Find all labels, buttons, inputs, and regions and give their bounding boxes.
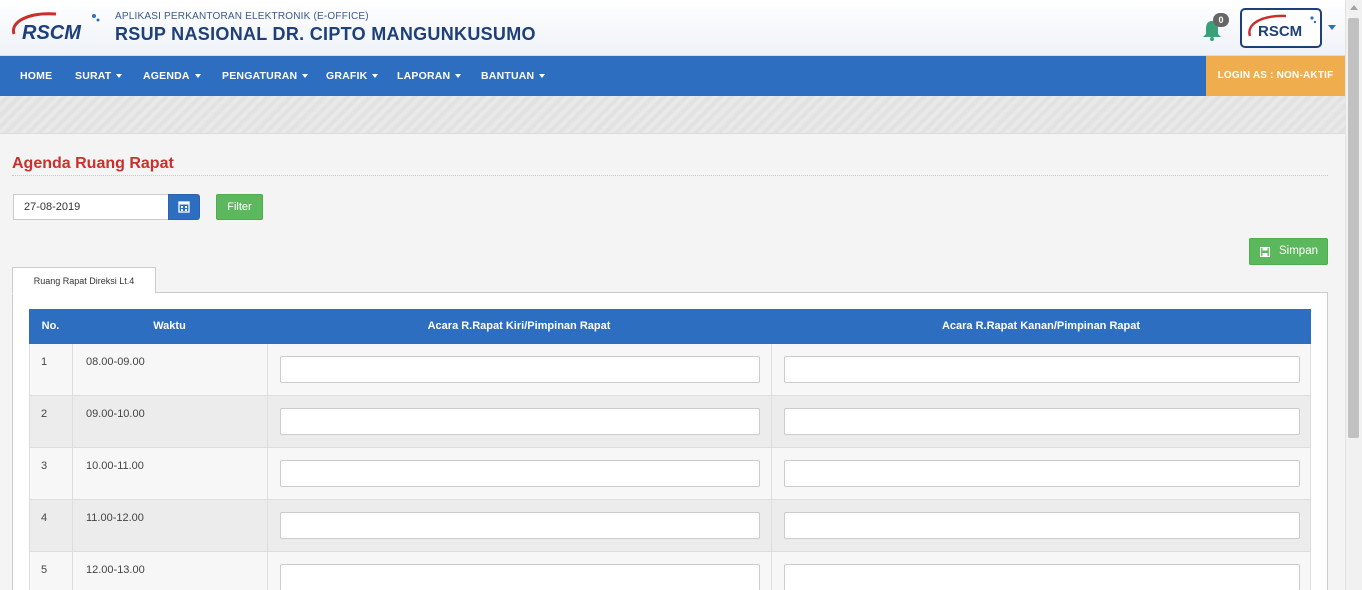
caret-down-icon xyxy=(194,74,201,78)
caret-down-icon xyxy=(372,74,379,78)
row-time: 08.00-09.00 xyxy=(73,344,268,395)
tab-ruang-rapat-direksi[interactable]: Ruang Rapat Direksi Lt.4 xyxy=(12,267,156,294)
caret-down-icon xyxy=(302,74,309,78)
app-header: RSCM APLIKASI PERKANTORAN ELEKTRONIK (E-… xyxy=(0,0,1345,56)
cell-kiri xyxy=(268,500,772,551)
agenda-kiri-input[interactable] xyxy=(280,512,760,539)
calendar-button[interactable] xyxy=(168,194,200,220)
rscm-logo[interactable]: RSCM xyxy=(8,10,104,46)
table-row: 1 08.00-09.00 xyxy=(29,344,1311,396)
nav-item-label: BANTUAN xyxy=(481,70,535,82)
column-header-kiri: Acara R.Rapat Kiri/Pimpinan Rapat xyxy=(427,320,611,332)
row-number: 3 xyxy=(30,448,73,499)
nav-item-label: SURAT xyxy=(75,70,112,82)
agenda-kanan-input[interactable] xyxy=(784,512,1300,539)
main-nav: HOME SURAT AGENDA PENGATURAN GRAFIK LAPO… xyxy=(0,56,1345,96)
table-row: 2 09.00-10.00 xyxy=(29,396,1311,448)
table-header: No. Waktu Acara R.Rapat Kiri/Pimpinan Ra… xyxy=(29,309,1311,344)
cell-kiri xyxy=(268,396,772,447)
column-header-kanan: Acara R.Rapat Kanan/Pimpinan Rapat xyxy=(941,320,1141,332)
agenda-kiri-input[interactable] xyxy=(280,460,760,487)
row-number: 2 xyxy=(30,396,73,447)
nav-item-label: GRAFIK xyxy=(326,70,368,82)
row-number: 5 xyxy=(30,552,73,590)
cell-kanan xyxy=(772,552,1310,590)
agenda-kanan-input[interactable] xyxy=(784,408,1300,435)
page-banner xyxy=(0,96,1345,134)
user-avatar[interactable]: RSCM xyxy=(1240,8,1322,48)
row-time: 12.00-13.00 xyxy=(73,552,268,590)
cell-kiri xyxy=(268,448,772,499)
table-row: 5 12.00-13.00 xyxy=(29,552,1311,590)
cell-kanan xyxy=(772,396,1310,447)
column-header-waktu: Waktu xyxy=(153,320,186,332)
nav-item-grafik[interactable]: GRAFIK xyxy=(326,56,379,96)
cell-kanan xyxy=(772,448,1310,499)
nav-item-home[interactable]: HOME xyxy=(20,56,52,96)
agenda-kiri-input[interactable] xyxy=(280,408,760,435)
cell-kiri xyxy=(268,552,772,590)
row-number: 1 xyxy=(30,344,73,395)
row-number: 4 xyxy=(30,500,73,551)
date-input[interactable] xyxy=(13,194,169,220)
table-row: 3 10.00-11.00 xyxy=(29,448,1311,500)
app-title: RSUP NASIONAL DR. CIPTO MANGUNKUSUMO xyxy=(115,24,536,44)
logo-text: RSCM xyxy=(22,22,82,44)
scroll-up-arrow-icon[interactable] xyxy=(1350,5,1358,10)
title-divider xyxy=(12,175,1328,176)
save-button[interactable]: Simpan xyxy=(1249,238,1328,265)
row-time: 10.00-11.00 xyxy=(73,448,268,499)
page-title: Agenda Ruang Rapat xyxy=(12,155,174,172)
cell-kiri xyxy=(268,344,772,395)
agenda-kanan-input[interactable] xyxy=(784,356,1300,383)
nav-item-agenda[interactable]: AGENDA xyxy=(143,56,201,96)
agenda-kanan-input[interactable] xyxy=(784,460,1300,487)
agenda-kiri-input[interactable] xyxy=(280,564,760,590)
column-header-no: No. xyxy=(41,320,60,332)
cell-kanan xyxy=(772,500,1310,551)
save-button-label: Simpan xyxy=(1279,245,1318,257)
notification-badge: 0 xyxy=(1213,13,1229,27)
row-time: 11.00-12.00 xyxy=(73,500,268,551)
calendar-icon xyxy=(178,201,190,213)
nav-item-label: AGENDA xyxy=(143,70,190,82)
caret-down-icon xyxy=(455,74,462,78)
caret-down-icon xyxy=(539,74,546,78)
app-subtitle: APLIKASI PERKANTORAN ELEKTRONIK (E-OFFIC… xyxy=(115,11,369,22)
floppy-disk-icon xyxy=(1260,247,1270,257)
cell-kanan xyxy=(772,344,1310,395)
avatar-text: RSCM xyxy=(1258,23,1302,40)
filter-button[interactable]: Filter xyxy=(216,194,263,220)
table-row: 4 11.00-12.00 xyxy=(29,500,1311,552)
agenda-kiri-input[interactable] xyxy=(280,356,760,383)
nav-item-label: HOME xyxy=(20,70,53,82)
row-time: 09.00-10.00 xyxy=(73,396,268,447)
login-status[interactable]: LOGIN AS : NON-AKTIF xyxy=(1206,56,1345,96)
nav-item-bantuan[interactable]: BANTUAN xyxy=(481,56,546,96)
nav-item-label: PENGATURAN xyxy=(222,70,298,82)
nav-item-surat[interactable]: SURAT xyxy=(75,56,123,96)
caret-down-icon xyxy=(116,74,123,78)
agenda-kanan-input[interactable] xyxy=(784,564,1300,590)
nav-item-laporan[interactable]: LAPORAN xyxy=(397,56,462,96)
nav-item-label: LAPORAN xyxy=(397,70,451,82)
scrollbar-thumb[interactable] xyxy=(1348,18,1359,438)
nav-item-pengaturan[interactable]: PENGATURAN xyxy=(222,56,309,96)
chevron-down-icon[interactable] xyxy=(1328,25,1336,30)
